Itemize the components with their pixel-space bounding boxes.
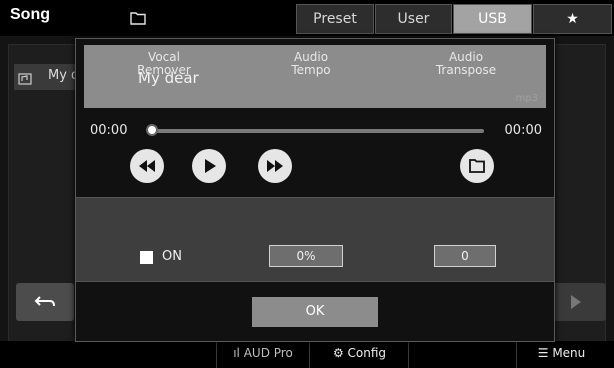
tab-user[interactable]: User xyxy=(375,4,452,34)
vocal-remover-label-line2: Remover xyxy=(137,63,191,77)
aud-pro-label: AUD Pro xyxy=(243,346,293,360)
audio-transpose-field[interactable]: 0 xyxy=(434,245,496,267)
gear-icon: ⚙ xyxy=(332,346,344,360)
audio-file-icon xyxy=(18,70,32,85)
play-icon xyxy=(205,159,216,173)
vocal-remover-checkbox[interactable] xyxy=(140,251,153,264)
vocal-remover-label: Vocal Remover xyxy=(109,51,219,77)
tab-favorites[interactable]: ★ xyxy=(533,4,612,34)
audio-player-dialog: My dear mp3 00:00 00:00 Vocal Remover Au… xyxy=(75,38,555,342)
play-arrow-icon xyxy=(571,295,581,309)
star-icon: ★ xyxy=(566,11,579,27)
tab-usb[interactable]: USB xyxy=(453,4,532,34)
progress-handle[interactable] xyxy=(146,124,158,136)
progress-bar[interactable] xyxy=(148,129,484,133)
open-folder-button[interactable] xyxy=(460,149,494,183)
folder-icon[interactable] xyxy=(130,10,146,25)
vocal-remover-state[interactable]: ON xyxy=(162,249,182,264)
audio-tempo-label: Audio Tempo xyxy=(256,51,366,77)
config-button[interactable]: ⚙ Config xyxy=(311,341,409,368)
hamburger-icon: ☰ xyxy=(537,346,549,360)
bottom-bar: ıl AUD Pro ⚙ Config ☰ Menu xyxy=(0,341,614,368)
folder-icon xyxy=(469,159,485,173)
back-button[interactable] xyxy=(16,283,74,321)
audio-tempo-label-line2: Tempo xyxy=(291,63,331,77)
rewind-icon xyxy=(139,160,155,172)
rewind-button[interactable] xyxy=(130,149,164,183)
page-title: Song xyxy=(10,6,50,23)
file-type-label: mp3 xyxy=(515,93,538,104)
list-item[interactable]: My d xyxy=(14,64,84,90)
menu-button[interactable]: ☰ Menu xyxy=(516,341,606,368)
config-label: Config xyxy=(347,346,387,360)
elapsed-time: 00:00 xyxy=(90,123,128,138)
fast-forward-button[interactable] xyxy=(258,149,292,183)
top-bar: Song Preset User USB ★ xyxy=(0,0,614,36)
next-button[interactable] xyxy=(548,283,606,321)
return-arrow-icon xyxy=(34,296,55,307)
audio-transpose-label-line2: Transpose xyxy=(435,63,497,77)
fast-forward-icon xyxy=(267,160,283,172)
audio-tempo-field[interactable]: 0% xyxy=(269,245,343,267)
settings-panel xyxy=(76,197,554,282)
play-button[interactable] xyxy=(192,149,226,183)
audio-transpose-label: Audio Transpose xyxy=(411,51,521,77)
ok-button[interactable]: OK xyxy=(252,297,378,327)
menu-label: Menu xyxy=(552,346,586,360)
equalizer-icon: ıl xyxy=(233,346,240,360)
total-time: 00:00 xyxy=(504,123,542,138)
aud-pro-button[interactable]: ıl AUD Pro xyxy=(216,341,310,368)
tab-preset[interactable]: Preset xyxy=(296,4,374,34)
